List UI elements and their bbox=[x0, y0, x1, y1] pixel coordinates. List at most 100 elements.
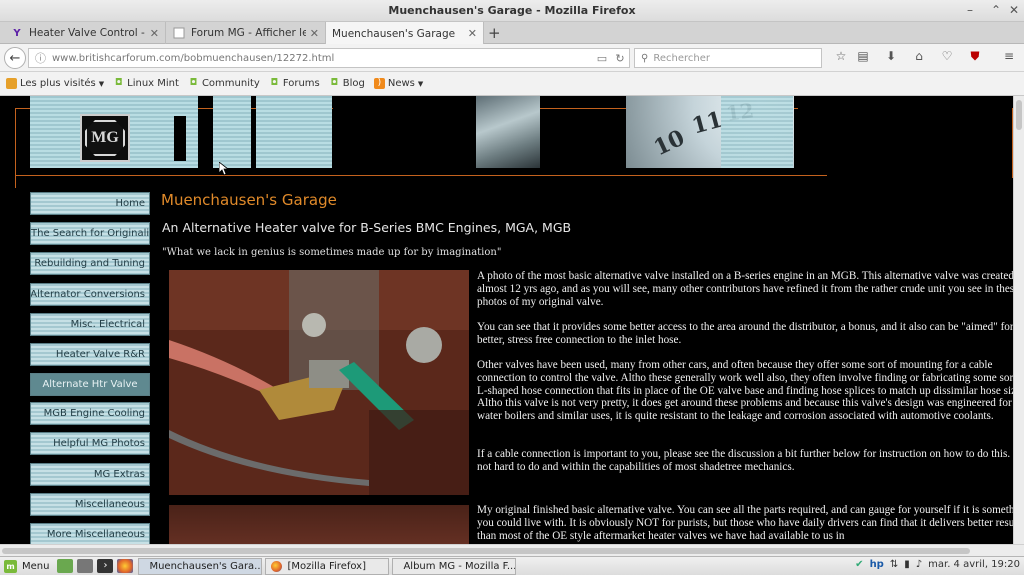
paragraph: You can see that it provides some better… bbox=[477, 321, 1013, 346]
close-window-icon[interactable]: ✕ bbox=[1006, 3, 1022, 17]
close-tab-icon[interactable]: ✕ bbox=[310, 27, 319, 40]
reload-icon[interactable]: ↻ bbox=[611, 52, 629, 65]
mint-icon: ◘ bbox=[189, 78, 198, 88]
nav-alternator-conversions[interactable]: Alternator Conversions bbox=[30, 283, 150, 306]
header-stripe-panel bbox=[213, 96, 251, 168]
nav-helpful-mg-photos[interactable]: Helpful MG Photos bbox=[30, 432, 150, 455]
nav-heater-valve-rr[interactable]: Heater Valve R&R bbox=[30, 343, 150, 366]
wifi-signal-icon[interactable]: ▮ bbox=[904, 559, 910, 570]
bookmark-community[interactable]: ◘ Community bbox=[188, 78, 260, 89]
vertical-scrollbar[interactable] bbox=[1013, 96, 1024, 544]
tab-heater-valve-control[interactable]: Y Heater Valve Control - Ya... ✕ bbox=[4, 22, 166, 44]
header-rule bbox=[15, 108, 16, 188]
ublock-shield-icon[interactable]: ⛊ bbox=[966, 49, 984, 67]
quote: "What we lack in genius is sometimes mad… bbox=[162, 247, 502, 258]
tab-muenchausens-garage[interactable]: Muenchausen's Garage ✕ bbox=[326, 22, 484, 45]
nav-search-for-originality[interactable]: The Search for Originality bbox=[30, 222, 150, 245]
task-label: Album MG - Mozilla F... bbox=[403, 560, 517, 572]
task-muenchausens-garage[interactable]: Muenchausen's Gara... bbox=[138, 557, 263, 575]
search-input[interactable]: ⚲ Rechercher bbox=[634, 48, 822, 68]
search-placeholder: Rechercher bbox=[653, 52, 710, 64]
dropdown-caret-icon: ▼ bbox=[417, 79, 424, 88]
rss-icon: ) bbox=[373, 78, 385, 89]
nav-misc-electrical[interactable]: Misc. Electrical bbox=[30, 313, 150, 336]
volume-icon[interactable]: ♪ bbox=[916, 559, 922, 570]
paragraph: My original finished basic alternative v… bbox=[477, 504, 1013, 542]
close-tab-icon[interactable]: ✕ bbox=[150, 27, 159, 40]
maximize-icon[interactable]: ⌃ bbox=[988, 3, 1004, 17]
bookmark-linux-mint[interactable]: ◘ Linux Mint bbox=[113, 78, 179, 89]
paragraph: If a cable connection is important to yo… bbox=[477, 448, 1013, 473]
bookmark-label: Forums bbox=[282, 78, 320, 89]
header-gap bbox=[174, 116, 186, 161]
tab-label: Forum MG - Afficher le sujet -... bbox=[191, 27, 306, 39]
terminal-icon[interactable]: › bbox=[97, 559, 114, 573]
article-title: An Alternative Heater valve for B-Series… bbox=[162, 220, 572, 235]
start-menu-button[interactable]: m Menu bbox=[0, 559, 55, 573]
paragraph: A photo of the most basic alternative va… bbox=[477, 270, 1013, 308]
nav-home[interactable]: Home bbox=[30, 192, 150, 215]
nav-mg-extras[interactable]: MG Extras bbox=[30, 463, 150, 486]
url-text[interactable]: www.britishcarforum.com/bobmuenchausen/1… bbox=[52, 53, 593, 64]
search-icon: ⚲ bbox=[641, 52, 649, 64]
task-label: Muenchausen's Gara... bbox=[149, 560, 263, 572]
nav-alternate-htr-valve[interactable]: Alternate Htr Valve bbox=[30, 373, 150, 396]
new-tab-icon[interactable]: + bbox=[488, 24, 501, 42]
download-icon[interactable]: ⬇ bbox=[882, 49, 900, 67]
bookmark-label: Les plus visités bbox=[20, 78, 96, 89]
bookmark-news[interactable]: ) News ▼ bbox=[373, 78, 424, 89]
nav-miscellaneous[interactable]: Miscellaneous bbox=[30, 493, 150, 516]
reader-view-icon[interactable]: ▭ bbox=[593, 52, 611, 65]
bookmarks-list-icon[interactable]: ▤ bbox=[854, 49, 872, 67]
clock-number: 10 bbox=[649, 124, 689, 162]
header-stripe-panel bbox=[721, 96, 793, 168]
road-photo bbox=[476, 96, 540, 168]
nav-rebuilding-and-tuning[interactable]: Rebuilding and Tuning bbox=[30, 252, 150, 275]
nav-mgb-engine-cooling[interactable]: MGB Engine Cooling bbox=[30, 402, 150, 425]
scroll-thumb[interactable] bbox=[2, 548, 970, 554]
header-rule bbox=[15, 175, 827, 176]
horizontal-scrollbar[interactable] bbox=[0, 544, 1024, 556]
clock[interactable]: mar. 4 avril, 19:20 bbox=[928, 559, 1020, 570]
site-title: Muenchausen's Garage bbox=[161, 191, 337, 209]
navigation-bar: ← ⓘ www.britishcarforum.com/bobmuenchaus… bbox=[0, 44, 1024, 72]
network-icon[interactable]: ⇅ bbox=[890, 559, 898, 570]
nav-more-miscellaneous[interactable]: More Miscellaneous bbox=[30, 523, 150, 544]
mint-logo-icon: m bbox=[4, 559, 17, 573]
minimize-icon[interactable]: – bbox=[962, 3, 978, 17]
show-desktop-icon[interactable] bbox=[57, 559, 74, 573]
bookmark-label: Linux Mint bbox=[127, 78, 179, 89]
paragraph: Other valves have been used, many from o… bbox=[477, 359, 1013, 423]
scroll-thumb[interactable] bbox=[1016, 100, 1022, 130]
task-label: [Mozilla Firefox] bbox=[287, 560, 367, 572]
home-icon[interactable]: ⌂ bbox=[910, 49, 928, 67]
bookmark-les-plus-visites[interactable]: Les plus visités ▼ bbox=[6, 78, 104, 89]
files-icon[interactable] bbox=[77, 559, 94, 573]
mg-octagon-icon: MG bbox=[85, 120, 125, 156]
tab-forum-mg[interactable]: Forum MG - Afficher le sujet -... ✕ bbox=[166, 22, 326, 44]
task-mozilla-firefox[interactable]: [Mozilla Firefox] bbox=[265, 557, 390, 575]
folder-icon bbox=[6, 78, 17, 89]
info-icon[interactable]: ⓘ bbox=[35, 50, 46, 66]
page-viewport: MG 10 11 12 Home The Search for Original… bbox=[0, 96, 1013, 544]
bookmark-blog[interactable]: ◘ Blog bbox=[329, 78, 364, 89]
menu-hamburger-icon[interactable]: ≡ bbox=[1000, 49, 1018, 67]
bookmark-star-icon[interactable]: ☆ bbox=[832, 49, 850, 67]
close-tab-icon[interactable]: ✕ bbox=[468, 27, 477, 40]
bookmark-forums[interactable]: ◘ Forums bbox=[269, 78, 320, 89]
dropdown-caret-icon: ▼ bbox=[98, 79, 105, 88]
taskbar: m Menu › Muenchausen's Gara... [Mozilla … bbox=[0, 556, 1024, 575]
mint-icon: ◘ bbox=[270, 78, 279, 88]
update-shield-icon[interactable]: ✔ bbox=[855, 559, 863, 570]
window-title: Muenchausen's Garage - Mozilla Firefox bbox=[388, 4, 636, 17]
firefox-launcher-icon[interactable] bbox=[117, 559, 134, 573]
back-button[interactable]: ← bbox=[4, 47, 26, 69]
bookmark-label: Community bbox=[201, 78, 260, 89]
bookmark-label: News bbox=[387, 78, 415, 89]
tab-label: Muenchausen's Garage bbox=[332, 27, 456, 40]
task-album-mg[interactable]: Album MG - Mozilla F... bbox=[392, 557, 517, 575]
url-bar[interactable]: ⓘ www.britishcarforum.com/bobmuenchausen… bbox=[28, 48, 630, 68]
hp-printer-icon[interactable]: hp bbox=[870, 559, 884, 570]
tab-strip: Y Heater Valve Control - Ya... ✕ Forum M… bbox=[0, 22, 1024, 45]
pocket-icon[interactable]: ♡ bbox=[938, 49, 956, 67]
